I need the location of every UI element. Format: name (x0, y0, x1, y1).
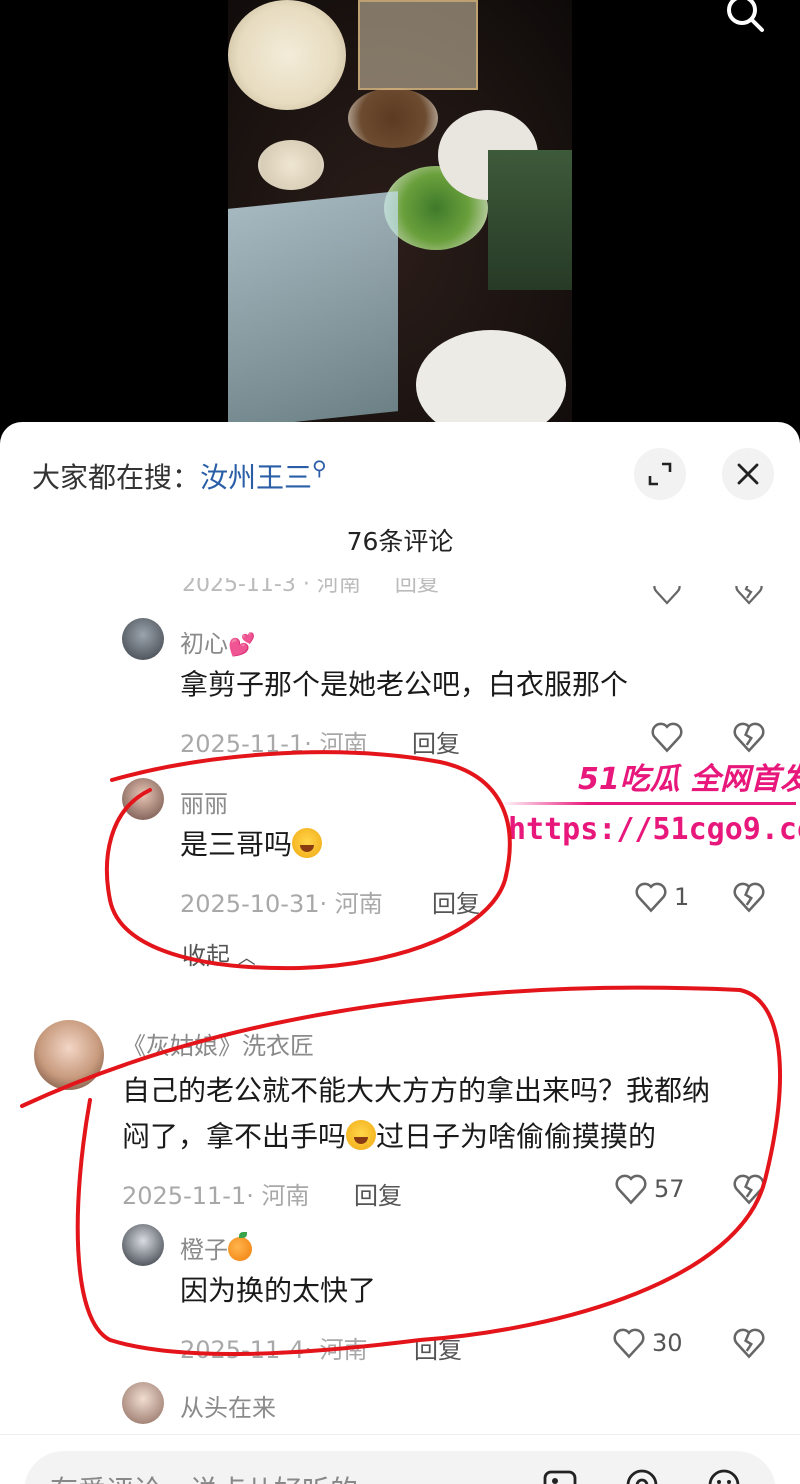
comment-input-placeholder: 有爱评论，说点儿好听的 (50, 1469, 358, 1484)
like-button[interactable]: 1 (634, 880, 689, 914)
heart-icon[interactable] (652, 576, 682, 606)
heart-icon (635, 882, 667, 913)
comment-meta: 2025-10-31· 河南 (180, 890, 383, 918)
reply-button[interactable]: 回复 (354, 1176, 402, 1211)
comment-list[interactable]: 2025-11-3 · 河南 回复 初心💕 拿剪子那个是她老公吧，白衣服那个 20… (0, 562, 800, 1434)
video-player[interactable] (0, 0, 800, 440)
comment-author[interactable]: 《灰姑娘》洗衣匠 (122, 1026, 314, 1061)
comment-item: 从头在来 (0, 1382, 800, 1434)
comment-sheet: 大家都在搜：汝州王三⚲ 76条评论 2025-11-3 · 河南回复 初心💕 (0, 422, 800, 1484)
search-icon[interactable] (722, 0, 770, 40)
expand-button[interactable] (634, 448, 686, 500)
comment-item: 《灰姑娘》洗衣匠 自己的老公就不能大大方方的拿出来吗？我都纳 闷了，拿不出手吗过… (0, 1020, 800, 1210)
comment-text-line: 闷了，拿不出手吗 过日子为啥偷偷摸摸的 (122, 1120, 657, 1153)
laugh-cry-emoji-icon (346, 1120, 377, 1150)
comment-meta: 2025-11-1· 河南 (180, 730, 368, 758)
like-count: 1 (674, 883, 690, 911)
comment-count: 76条评论 (346, 527, 454, 556)
dislike-heart-icon[interactable] (732, 1172, 766, 1206)
reply-button[interactable]: 回复 (395, 578, 439, 597)
sparkling-heart-icon: 💕 (228, 633, 256, 658)
orange-icon (228, 1232, 252, 1261)
dislike-heart-icon[interactable] (732, 720, 766, 754)
avatar[interactable] (122, 778, 164, 820)
like-button[interactable]: 30 (612, 1326, 683, 1360)
hot-search-prefix: 大家都在搜： (32, 461, 201, 494)
comment-input[interactable]: 有爱评论，说点儿好听的 (24, 1451, 776, 1484)
search-small-icon: ⚲ (312, 456, 327, 480)
avatar[interactable] (122, 1224, 164, 1266)
dislike-heart-icon[interactable] (732, 880, 766, 914)
dislike-heart-icon[interactable] (732, 1326, 766, 1360)
comment-item: 初心💕 拿剪子那个是她老公吧，白衣服那个 2025-11-1· 河南 回复 (0, 618, 800, 758)
comment-text: 拿剪子那个是她老公吧，白衣服那个 (180, 668, 629, 701)
emoji-icon[interactable] (706, 1467, 742, 1484)
avatar[interactable] (34, 1020, 104, 1090)
watermark-divider (500, 802, 796, 805)
comment-input-bar: 有爱评论，说点儿好听的 (0, 1434, 800, 1484)
comment-meta: 2025-11-4· 河南 (180, 1336, 368, 1364)
collapse-replies-button[interactable]: 收起 ︿ (182, 936, 256, 971)
close-button[interactable] (722, 448, 774, 500)
sheet-header: 大家都在搜：汝州王三⚲ (0, 422, 800, 522)
heart-icon (615, 1174, 647, 1205)
comment-text: 因为换的太快了 (180, 1274, 377, 1307)
reply-button[interactable]: 回复 (412, 724, 460, 759)
comment-author[interactable]: 橙子 (180, 1230, 252, 1265)
comment-item: 橙子 因为换的太快了 2025-11-4· 河南 回复 30 (0, 1224, 800, 1364)
video-frame (228, 0, 572, 440)
watermark-title: 51吃瓜 全网首发 (578, 762, 800, 797)
close-icon (737, 463, 759, 485)
like-count: 30 (652, 1329, 683, 1357)
heart-icon[interactable] (650, 720, 684, 754)
cut-off-meta: 2025-11-3 · 河南 回复 (182, 572, 473, 598)
comment-author[interactable]: 从头在来 (180, 1388, 276, 1423)
comment-meta: 2025-11-1· 河南 (122, 1182, 310, 1210)
comment-author[interactable]: 丽丽 (180, 784, 228, 819)
avatar[interactable] (122, 1382, 164, 1424)
image-icon[interactable] (542, 1467, 578, 1484)
comment-text-line: 自己的老公就不能大大方方的拿出来吗？我都纳 (122, 1074, 711, 1107)
avatar[interactable] (122, 618, 164, 660)
heart-icon (613, 1328, 645, 1359)
reply-button[interactable]: 回复 (414, 1330, 462, 1365)
comment-meta: 2025-11-3 · 河南 (182, 572, 361, 597)
like-button[interactable]: 57 (614, 1172, 685, 1206)
watermark: 51吃瓜 全网首发 https://51cgo9.com (500, 754, 800, 864)
at-icon[interactable] (624, 1467, 660, 1484)
comment-author[interactable]: 初心💕 (180, 624, 255, 659)
chevron-up-icon: ︿ (237, 948, 256, 969)
expand-icon (648, 462, 672, 486)
dislike-heart-icon[interactable] (734, 576, 764, 606)
watermark-url: https://51cgo9.com (508, 812, 800, 847)
hot-search-bar[interactable]: 大家都在搜：汝州王三⚲ (32, 456, 327, 496)
comment-text: 是三哥吗 (180, 822, 323, 868)
like-count: 57 (654, 1175, 685, 1203)
hot-search-keyword[interactable]: 汝州王三 (200, 461, 312, 494)
reply-button[interactable]: 回复 (432, 884, 480, 919)
laugh-cry-emoji-icon (292, 828, 323, 858)
